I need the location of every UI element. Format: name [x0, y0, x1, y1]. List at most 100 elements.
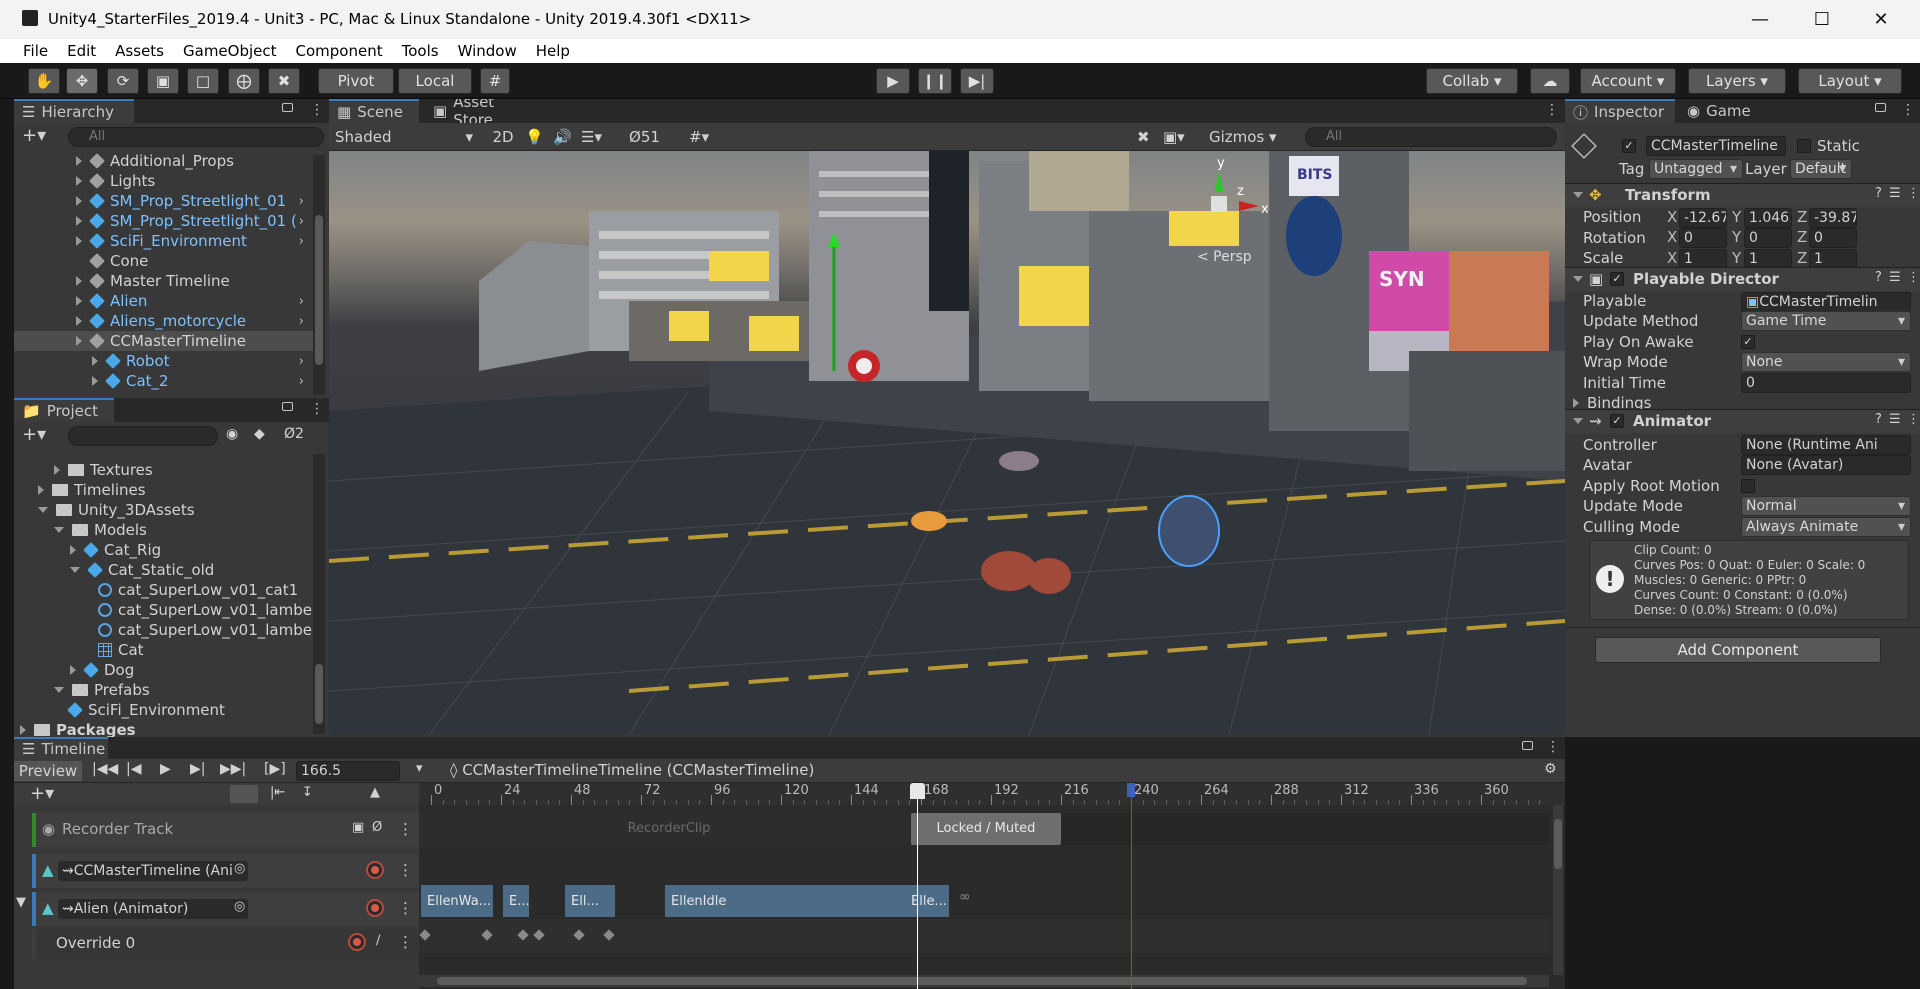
expand-arrow-icon[interactable] — [76, 196, 82, 206]
tab-scene[interactable]: ▦ Scene — [329, 99, 419, 123]
hand-tool-icon[interactable]: ✋ — [28, 68, 60, 94]
menu-file[interactable]: File — [14, 42, 58, 60]
director-enabled-checkbox[interactable]: ✓ — [1610, 272, 1624, 286]
position-y-input[interactable]: 1.04616 — [1744, 208, 1792, 228]
avatar-field[interactable]: None (Avatar) — [1741, 455, 1911, 475]
project-item[interactable]: Cat_Rig — [14, 540, 314, 560]
more-icon[interactable]: ⋮ — [398, 820, 413, 838]
minimize-icon[interactable]: — — [1731, 0, 1789, 39]
expand-arrow-icon[interactable] — [76, 336, 82, 346]
menu-edit[interactable]: Edit — [58, 42, 106, 60]
cloud-icon[interactable]: ☁ — [1530, 68, 1570, 94]
expand-arrow-icon[interactable] — [70, 567, 80, 573]
more-icon[interactable]: ⋮ — [1907, 412, 1920, 427]
menu-window[interactable]: Window — [449, 42, 527, 60]
time-ruler[interactable]: 0 24 48 72 96 120 144 168 192 216 240 264 288 312 336 3… — [419, 783, 1565, 805]
go-to-end-icon[interactable]: ▶▶| — [220, 761, 246, 777]
project-item[interactable]: Textures — [14, 460, 314, 480]
expand-arrow-icon[interactable] — [76, 276, 82, 286]
account-dropdown[interactable]: Account ▾ — [1580, 68, 1676, 94]
hierarchy-item[interactable]: SM_Prop_Streetlight_01 › — [14, 191, 314, 211]
project-item[interactable]: SciFi_Environment — [14, 700, 314, 720]
recorder-track-header[interactable]: ◉ Recorder Track ▣ Ø ⋮ — [32, 813, 419, 847]
expand-arrow-icon[interactable] — [92, 376, 98, 386]
hierarchy-scrollbar[interactable] — [313, 155, 325, 395]
preview-toggle[interactable]: Preview — [14, 761, 82, 781]
label-icon[interactable]: ◆ — [254, 426, 265, 442]
expand-arrow-icon[interactable] — [54, 527, 64, 533]
culling-mode-dropdown[interactable]: Always Animate — [1741, 517, 1911, 537]
tag-dropdown[interactable]: Untagged — [1649, 159, 1743, 179]
more-icon[interactable]: ⋮ — [1546, 739, 1560, 755]
target-icon[interactable]: ◎ — [234, 861, 245, 876]
previous-frame-icon[interactable]: |◀ — [126, 761, 141, 777]
more-icon[interactable]: ⋮ — [1907, 270, 1920, 285]
menu-tools[interactable]: Tools — [393, 42, 449, 60]
chevron-right-icon[interactable]: › — [299, 314, 304, 329]
expand-arrow-icon[interactable] — [76, 156, 82, 166]
dropdown-arrow-icon[interactable]: ▾ — [416, 761, 423, 776]
custom-tool-icon[interactable]: ✖ — [268, 68, 300, 94]
cc-binding-field[interactable]: ⇝CCMasterTimeline (Ani — [58, 861, 248, 881]
scale-x-input[interactable]: 1 — [1679, 249, 1727, 269]
ripple-icon[interactable]: |⇤ — [270, 785, 285, 800]
recorder-clip[interactable]: RecorderClip — [419, 813, 919, 845]
hierarchy-item[interactable]: SM_Prop_Streetlight_01 (› — [14, 211, 314, 231]
timeline-breadcrumb[interactable]: ◊ CCMasterTimelineTimeline (CCMasterTime… — [450, 761, 814, 779]
play-on-awake-checkbox[interactable]: ✓ — [1741, 335, 1755, 349]
tools-icon[interactable]: ✖ — [1137, 127, 1157, 147]
static-checkbox[interactable] — [1797, 139, 1811, 153]
lock-icon[interactable]: ▣ — [352, 820, 364, 835]
alien-binding-field[interactable]: ⇝Alien (Animator) — [58, 899, 248, 919]
chevron-right-icon[interactable]: › — [299, 354, 304, 369]
more-icon[interactable]: ⋮ — [1907, 186, 1920, 201]
mute-icon[interactable]: Ø — [372, 820, 382, 835]
menu-gameobject[interactable]: GameObject — [174, 42, 287, 60]
animator-enabled-checkbox[interactable]: ✓ — [1610, 414, 1624, 428]
lock-icon[interactable] — [1875, 103, 1886, 112]
add-icon[interactable]: +▾ — [22, 125, 46, 146]
hierarchy-item[interactable]: Robot › — [14, 351, 314, 371]
expand-arrow-icon[interactable] — [38, 485, 44, 495]
alien-animation-track-header[interactable]: ▲ ⇝Alien (Animator) ◎ ⋮ — [32, 892, 419, 926]
rotate-tool-icon[interactable]: ⟳ — [107, 68, 139, 94]
apply-root-motion-checkbox[interactable] — [1741, 479, 1755, 493]
gizmos-dropdown[interactable]: Gizmos ▾ — [1205, 127, 1289, 147]
add-track-icon[interactable]: +▾ — [30, 783, 54, 804]
active-checkbox[interactable]: ✓ — [1622, 139, 1636, 153]
update-method-dropdown[interactable]: Game Time — [1741, 311, 1911, 331]
range-icon[interactable]: [▶] — [264, 761, 286, 777]
hierarchy-item[interactable]: SciFi_Environment › — [14, 231, 314, 251]
project-item[interactable]: Unity_3DAssets — [14, 500, 314, 520]
expand-arrow-icon[interactable] — [38, 507, 48, 513]
play-button[interactable]: ▶ — [876, 68, 910, 94]
menu-help[interactable]: Help — [527, 42, 580, 60]
help-icon[interactable]: ? — [1875, 186, 1882, 201]
project-item[interactable]: Cat_Static_old — [14, 560, 314, 580]
transform-tool-icon[interactable]: ⨁ — [228, 68, 260, 94]
animation-clip[interactable]: Ell... — [565, 885, 615, 917]
lock-icon[interactable] — [1522, 741, 1533, 750]
project-item[interactable]: Prefabs — [14, 680, 314, 700]
scene-search-input[interactable]: All — [1305, 127, 1557, 147]
chevron-right-icon[interactable]: › — [299, 214, 304, 229]
add-icon[interactable]: +▾ — [22, 424, 46, 445]
update-mode-dropdown[interactable]: Normal — [1741, 496, 1911, 516]
initial-time-input[interactable]: 0 — [1741, 373, 1911, 393]
expand-arrow-icon[interactable] — [76, 316, 82, 326]
rotation-x-input[interactable]: 0 — [1679, 228, 1727, 248]
override-track-header[interactable]: Override 0 ∕ ⋮ — [32, 929, 419, 959]
add-component-button[interactable]: Add Component — [1595, 637, 1881, 663]
more-icon[interactable]: ⋮ — [398, 861, 413, 879]
edit-mode-icon[interactable]: ↧ — [302, 785, 313, 800]
curve-icon[interactable]: ∕ — [376, 933, 380, 948]
tab-project[interactable]: 📁 Project — [14, 398, 114, 422]
controller-field[interactable]: None (Runtime Ani — [1741, 435, 1911, 455]
project-item[interactable]: cat_SuperLow_v01_cat1 — [14, 580, 314, 600]
hierarchy-item[interactable]: Aliens_motorcycle › — [14, 311, 314, 331]
tab-timeline[interactable]: ☰ Timeline — [14, 737, 108, 759]
wrap-mode-dropdown[interactable]: None — [1741, 352, 1911, 372]
scene-viewport[interactable]: BITS SYN y z x < Persp — [329, 151, 1565, 735]
shading-mode-dropdown[interactable]: Shaded ▾ — [331, 127, 477, 147]
pivot-toggle[interactable]: Pivot — [318, 68, 394, 94]
